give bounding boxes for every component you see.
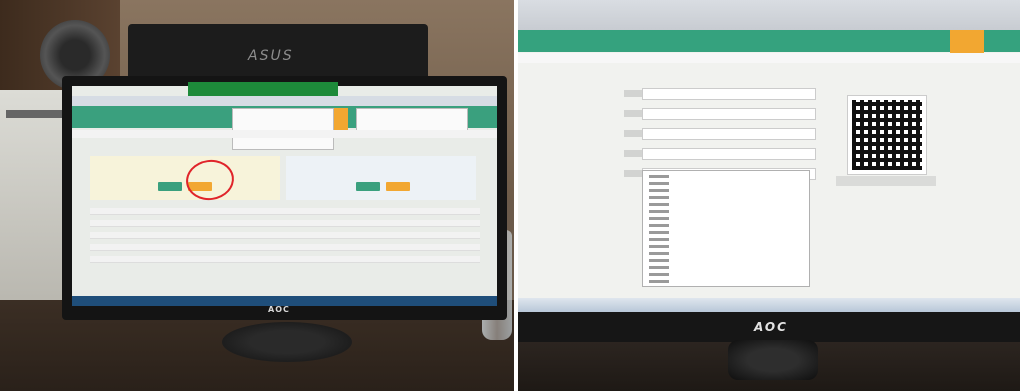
card-button-green [356, 182, 380, 191]
form-field [642, 148, 816, 160]
site-header-active-tab [334, 108, 348, 132]
background-monitor-logo: ASUS [248, 48, 294, 64]
option-card-right [286, 156, 476, 200]
dropdown-option [649, 182, 669, 185]
card-button-orange [386, 182, 410, 191]
dropdown-option [649, 189, 669, 192]
browser-tab-bar [518, 0, 1020, 30]
monitor-screen [72, 86, 497, 306]
dropdown-option [649, 238, 669, 241]
dropdown-option [649, 175, 669, 178]
printer-slot [6, 110, 66, 118]
qr-code-caption [836, 176, 936, 186]
photo-right: AOC [518, 0, 1020, 391]
photo-left: ASUS AOC [0, 0, 514, 391]
dropdown-option [649, 224, 669, 227]
table-row [90, 220, 480, 227]
monitor-brand-logo: AOC [754, 320, 788, 334]
site-header [518, 30, 1020, 52]
dropdown-option [649, 259, 669, 262]
dropdown-option [649, 266, 669, 269]
dropdown-option [649, 210, 669, 213]
table-row [90, 244, 480, 251]
form-field [642, 128, 816, 140]
form-field [642, 108, 816, 120]
table-rows [90, 208, 480, 268]
dropdown-option [649, 252, 669, 255]
dropdown-option [649, 196, 669, 199]
windows-taskbar [518, 298, 1020, 312]
breadcrumb-bar [518, 53, 1020, 63]
monitor-stand [728, 340, 818, 380]
qr-code [848, 96, 926, 174]
popup-dialog [232, 108, 334, 150]
dropdown-option [649, 280, 669, 283]
dropdown-option [649, 203, 669, 206]
dropdown-option [649, 245, 669, 248]
table-row [90, 256, 480, 263]
dropdown-option [649, 273, 669, 276]
green-banner-sticker [188, 82, 338, 96]
monitor-screen [518, 0, 1020, 320]
table-row [90, 208, 480, 215]
monitor-brand-logo: AOC [268, 305, 290, 314]
form-field [642, 88, 816, 100]
dropdown-option [649, 217, 669, 220]
monitor-stand [222, 322, 352, 362]
breadcrumb-bar [72, 130, 497, 138]
option-card-left [90, 156, 280, 200]
browser-toolbar [72, 96, 497, 106]
table-row [90, 232, 480, 239]
open-dropdown-list [642, 170, 810, 287]
dropdown-option [649, 231, 669, 234]
card-button-green [158, 182, 182, 191]
